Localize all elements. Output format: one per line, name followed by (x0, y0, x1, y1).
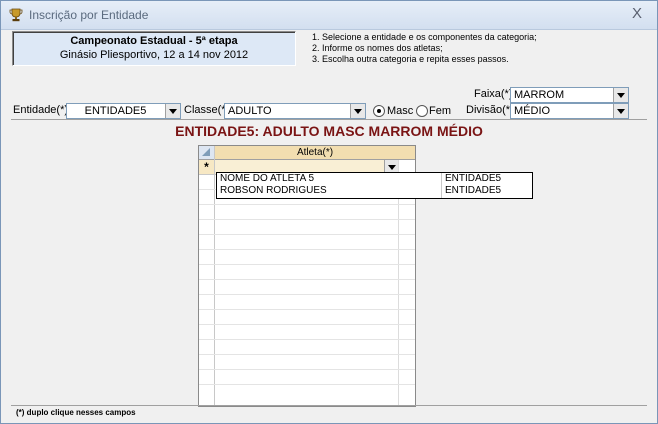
faixa-select[interactable]: MARROM (510, 87, 629, 103)
grid-line (199, 324, 415, 325)
chevron-down-icon[interactable] (165, 104, 180, 118)
grid-line (199, 354, 415, 355)
event-title: Campeonato Estadual - 5ª etapa (70, 35, 238, 47)
panel-divider (11, 119, 647, 120)
dropdown-option[interactable]: NOME DO ATLETA 5 ENTIDADE5 (217, 173, 532, 185)
chevron-down-icon[interactable] (613, 104, 628, 118)
dropdown-option[interactable]: ROBSON RODRIGUES ENTIDADE5 (217, 185, 532, 197)
masc-label: Masc (387, 105, 414, 117)
chevron-down-icon[interactable] (613, 88, 628, 102)
grid-line (199, 249, 415, 250)
chevron-down-icon[interactable] (350, 104, 365, 118)
grid-line (199, 309, 415, 310)
select-all-corner[interactable] (199, 146, 214, 160)
athlete-dropdown-list[interactable]: NOME DO ATLETA 5 ENTIDADE5 ROBSON RODRIG… (216, 172, 533, 199)
athlete-column-header[interactable]: Atleta(*) (215, 146, 415, 160)
grid-line (199, 204, 415, 205)
instructions: 1. Selecione a entidade e os componentes… (312, 32, 537, 65)
divisao-value: MÉDIO (514, 105, 551, 117)
event-subtitle: Ginásio Pliesportivo, 12 a 14 nov 2012 (59, 49, 249, 61)
entidade-value: ENTIDADE5 (84, 105, 147, 117)
option-entity: ENTIDADE5 (445, 173, 502, 184)
fem-label: Fem (429, 105, 451, 117)
entidade-select[interactable]: ENTIDADE5 (66, 103, 181, 119)
option-entity: ENTIDADE5 (445, 185, 502, 196)
event-info-box: Campeonato Estadual - 5ª etapa Ginásio P… (12, 31, 296, 66)
app-window: Inscrição por Entidade X Campeonato Esta… (0, 0, 658, 424)
divisao-select[interactable]: MÉDIO (510, 103, 629, 119)
faixa-value: MARROM (514, 89, 565, 101)
entidade-label: Entidade(*): (13, 104, 72, 116)
grid-line (199, 264, 415, 265)
grid-line (199, 384, 415, 385)
masc-radio[interactable] (373, 105, 385, 117)
trophy-icon (9, 8, 23, 22)
new-row-marker: * (199, 160, 214, 174)
instruction-step-3: 3. Escolha outra categoria e repita esse… (312, 54, 509, 64)
classe-value: ADULTO (228, 105, 272, 117)
grid-line (199, 234, 415, 235)
status-bar: (*) duplo clique nesses campos (11, 405, 647, 420)
grid-line (199, 279, 415, 280)
fem-radio[interactable] (416, 105, 428, 117)
option-name: ROBSON RODRIGUES (220, 185, 327, 196)
title-bar: Inscrição por Entidade X (1, 1, 657, 30)
instruction-step-2: 2. Informe os nomes dos atletas; (312, 43, 443, 53)
grid-line (199, 294, 415, 295)
grid-line (199, 219, 415, 220)
instruction-step-1: 1. Selecione a entidade e os componentes… (312, 32, 537, 42)
close-button[interactable]: X (627, 5, 647, 23)
window-title: Inscrição por Entidade (29, 8, 149, 22)
classe-select[interactable]: ADULTO (224, 103, 366, 119)
grid-line (199, 369, 415, 370)
grid-line (199, 339, 415, 340)
row-selector-column (199, 146, 215, 406)
option-name: NOME DO ATLETA 5 (220, 173, 315, 184)
category-heading: ENTIDADE5: ADULTO MASC MARROM MÉDIO (175, 123, 483, 139)
status-text: (*) duplo clique nesses campos (16, 408, 136, 417)
